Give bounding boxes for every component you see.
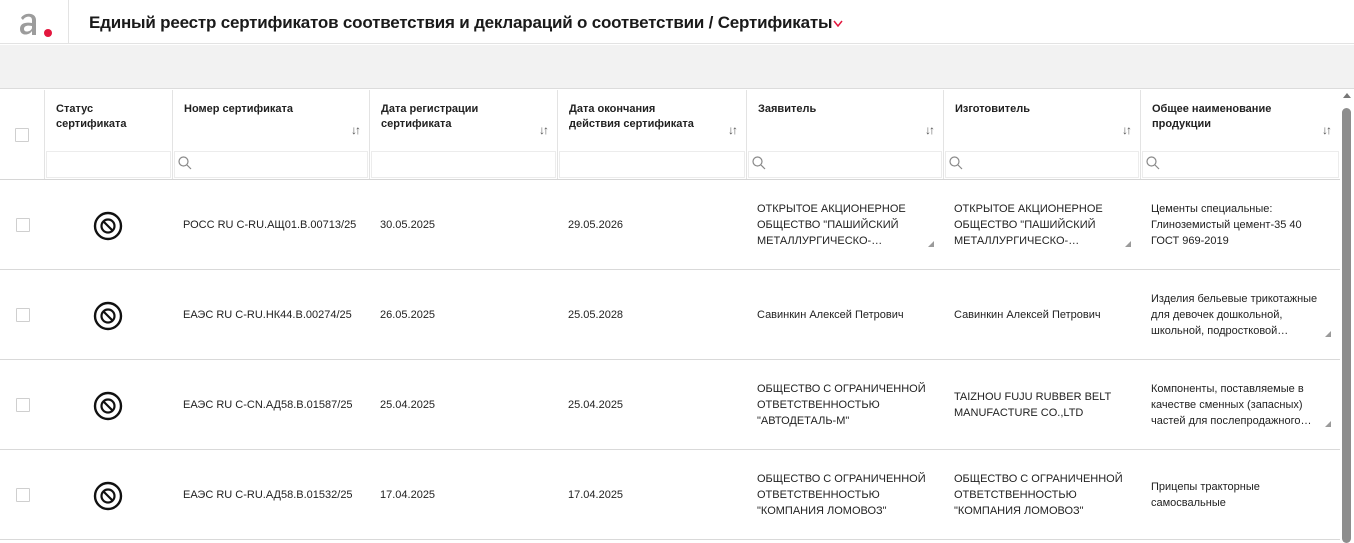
select-all-cell (0, 90, 44, 150)
product: Прицепы тракторные самосвальные (1151, 480, 1260, 509)
applicant: ОБЩЕСТВО С ОГРАНИЧЕННОЙ ОТВЕТСТВЕННОСТЬЮ… (757, 472, 926, 517)
filter-manufacturer-input[interactable] (943, 150, 1140, 179)
cert-number[interactable]: ЕАЭС RU С-RU.НК44.В.00274/25 (172, 270, 369, 359)
filter-number-input[interactable] (172, 150, 369, 179)
end-date: 25.04.2025 (568, 398, 624, 411)
logo-icon (20, 13, 52, 37)
col-manufacturer[interactable]: Изготовитель ↓↑ (943, 90, 1140, 150)
col-applicant[interactable]: Заявитель ↓↑ (746, 90, 943, 150)
manufacturer: Савинкин Алексей Петрович (954, 308, 1101, 321)
cert-number[interactable]: ЕАЭС RU С-RU.АД58.В.01532/25 (172, 450, 369, 539)
filter-end-date-input[interactable] (557, 150, 746, 179)
filter-applicant-input[interactable] (746, 150, 943, 179)
col-end-date-label: Дата окончания действия сертификата (569, 103, 694, 130)
col-reg-date-label: Дата регистрации сертификата (381, 103, 479, 130)
sort-icon[interactable]: ↓↑ (1122, 123, 1132, 138)
expand-corner-icon[interactable] (1325, 421, 1331, 427)
col-status-label: Статус сертификата (56, 103, 127, 130)
row-checkbox[interactable] (16, 398, 30, 412)
sort-icon[interactable]: ↓↑ (728, 123, 738, 138)
toolbar (0, 45, 1354, 89)
filter-reg-date-input[interactable] (369, 150, 557, 179)
filter-row (0, 150, 1340, 180)
applicant: ОБЩЕСТВО С ОГРАНИЧЕННОЙ ОТВЕТСТВЕННОСТЬЮ… (757, 382, 926, 427)
product: Компоненты, поставляемые в качестве смен… (1140, 360, 1340, 449)
stop-icon (93, 211, 123, 241)
end-date: 17.04.2025 (568, 488, 624, 501)
manufacturer: TAIZHOU FUJU RUBBER BELT MANUFACTURE CO.… (954, 390, 1112, 419)
sort-icon[interactable]: ↓↑ (925, 123, 935, 138)
product: Цементы специальные: Глиноземистый цемен… (1151, 202, 1302, 247)
filter-empty (0, 150, 44, 179)
scroll-up-icon[interactable] (1343, 93, 1351, 98)
end-date: 29.05.2026 (568, 218, 624, 231)
search-icon (178, 156, 192, 170)
filter-product-input[interactable] (1140, 150, 1340, 179)
col-product-label: Общее наименование продукции (1152, 103, 1272, 130)
table-row[interactable]: ЕАЭС RU С-RU.АД58.В.01532/25 17.04.2025 … (0, 450, 1340, 540)
reg-date: 26.05.2025 (380, 308, 436, 321)
row-checkbox[interactable] (16, 218, 30, 232)
col-manufacturer-label: Изготовитель (955, 103, 1030, 115)
sort-icon[interactable]: ↓↑ (539, 123, 549, 138)
table-row[interactable]: ЕАЭС RU С-RU.НК44.В.00274/25 26.05.2025 … (0, 270, 1340, 360)
filter-status (44, 150, 172, 179)
reg-date: 17.04.2025 (380, 488, 436, 501)
scrollbar-thumb[interactable] (1342, 108, 1351, 543)
table-row[interactable]: ЕАЭС RU С-CN.АД58.В.01587/25 25.04.2025 … (0, 360, 1340, 450)
expand-corner-icon[interactable] (1325, 331, 1331, 337)
page-title-text: Единый реестр сертификатов соответствия … (89, 13, 833, 32)
applicant: ОТКРЫТОЕ АКЦИОНЕРНОЕ ОБЩЕСТВО "ПАШИЙСКИЙ… (746, 180, 943, 269)
expand-corner-icon[interactable] (928, 241, 934, 247)
col-applicant-label: Заявитель (758, 103, 817, 115)
top-bar: Единый реестр сертификатов соответствия … (0, 0, 1354, 44)
col-reg-date[interactable]: Дата регистрации сертификата ↓↑ (369, 90, 557, 150)
table-row[interactable]: РОСС RU С-RU.АЩ01.В.00713/25 30.05.2025 … (0, 180, 1340, 270)
dropdown-caret-icon[interactable] (833, 12, 843, 32)
col-product[interactable]: Общее наименование продукции ↓↑ (1140, 90, 1340, 150)
logo[interactable] (0, 0, 69, 44)
col-status[interactable]: Статус сертификата (44, 90, 172, 150)
expand-corner-icon[interactable] (1125, 241, 1131, 247)
select-all-checkbox[interactable] (15, 128, 29, 142)
cert-number[interactable]: РОСС RU С-RU.АЩ01.В.00713/25 (172, 180, 369, 269)
certificates-table: Статус сертификата Номер сертификата ↓↑ … (0, 90, 1340, 543)
col-number[interactable]: Номер сертификата ↓↑ (172, 90, 369, 150)
col-end-date[interactable]: Дата окончания действия сертификата ↓↑ (557, 90, 746, 150)
col-number-label: Номер сертификата (184, 103, 294, 115)
search-icon (949, 156, 963, 170)
stop-icon (93, 301, 123, 331)
reg-date: 30.05.2025 (380, 218, 436, 231)
page-title[interactable]: Единый реестр сертификатов соответствия … (89, 12, 843, 33)
row-checkbox[interactable] (16, 488, 30, 502)
manufacturer: ОБЩЕСТВО С ОГРАНИЧЕННОЙ ОТВЕТСТВЕННОСТЬЮ… (954, 472, 1123, 517)
search-icon (1146, 156, 1160, 170)
applicant: Савинкин Алексей Петрович (757, 308, 904, 321)
end-date: 25.05.2028 (568, 308, 624, 321)
sort-icon[interactable]: ↓↑ (1322, 123, 1332, 138)
reg-date: 25.04.2025 (380, 398, 436, 411)
stop-icon (93, 391, 123, 421)
search-icon (752, 156, 766, 170)
sort-icon[interactable]: ↓↑ (351, 123, 361, 138)
manufacturer: ОТКРЫТОЕ АКЦИОНЕРНОЕ ОБЩЕСТВО "ПАШИЙСКИЙ… (943, 180, 1140, 269)
product: Изделия бельевые трикотажные для девочек… (1140, 270, 1340, 359)
cert-number[interactable]: ЕАЭС RU С-CN.АД58.В.01587/25 (172, 360, 369, 449)
stop-icon (93, 481, 123, 511)
row-checkbox[interactable] (16, 308, 30, 322)
table-header: Статус сертификата Номер сертификата ↓↑ … (0, 90, 1340, 150)
